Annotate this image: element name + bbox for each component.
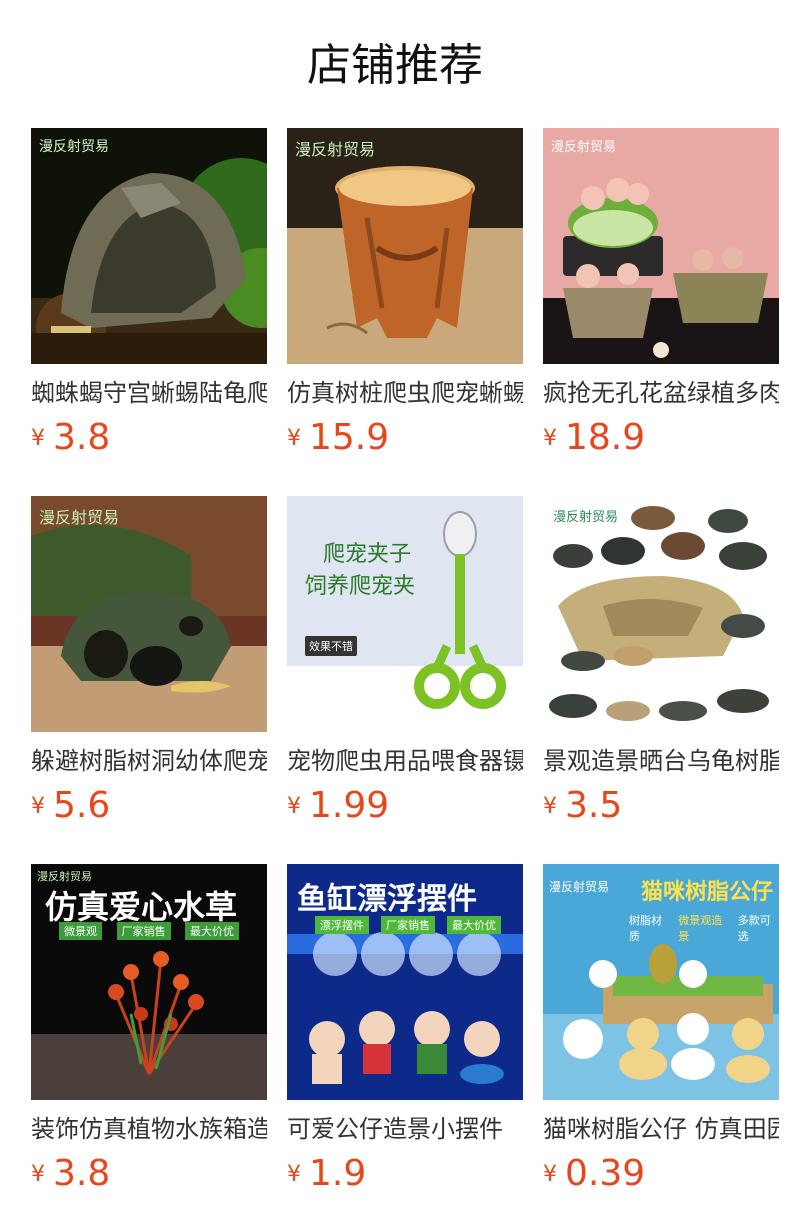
product-price: ¥3.8 [31,1154,267,1194]
price-value: 3.5 [565,785,623,826]
image-tag-row: 漂浮摆件 厂家销售 最大价优 [315,916,501,934]
product-name[interactable]: 仿真树桩爬虫爬宠蜥蜴 [287,378,523,408]
product-price: ¥1.99 [287,786,523,826]
product-image[interactable]: 漫反射贸易 [31,496,267,732]
product-price: ¥15.9 [287,418,523,458]
currency-symbol: ¥ [31,1162,45,1187]
brand-badge: 漫反射贸易 [39,139,109,155]
currency-symbol: ¥ [287,426,301,451]
price-value: 18.9 [565,417,646,458]
product-card[interactable]: 漫反射贸易 猫咪树脂公仔 树脂材质 微景观造景 多款可选 猫咪树脂公仔 仿真田园… [543,864,779,1194]
product-name[interactable]: 宠物爬虫用品喂食器镊 [287,746,523,776]
product-name[interactable]: 疯抢无孔花盆绿植多肉 [543,378,779,408]
product-name[interactable]: 猫咪树脂公仔 仿真田园 [543,1114,779,1144]
price-value: 15.9 [309,417,390,458]
product-image[interactable]: 漫反射贸易 仿真爱心水草 微景观 厂家销售 最大价优 [31,864,267,1100]
brand-badge: 漫反射贸易 [39,508,120,527]
product-card[interactable]: 漫反射贸易 蜘蛛蝎守宫蜥蜴陆龟爬宠 ¥3.8 [31,128,267,458]
image-tag: 微景观造景 [678,914,723,943]
currency-symbol: ¥ [287,1162,301,1187]
product-image[interactable]: 漫反射贸易 [31,128,267,364]
product-price: ¥3.8 [31,418,267,458]
price-value: 1.9 [309,1153,367,1194]
product-price: ¥0.39 [543,1154,779,1194]
brand-badge: 漫反射贸易 [553,510,619,525]
image-tag: 树脂材质 [629,914,662,943]
product-image[interactable]: 漫反射贸易 [543,496,779,732]
currency-symbol: ¥ [543,794,557,819]
price-value: 5.6 [53,785,111,826]
brand-badge: 漫反射贸易 [551,140,617,155]
product-card[interactable]: 爬宠夹子 饲养爬宠夹 效果不错 宠物爬虫用品喂食器镊 ¥1.99 [287,496,523,826]
image-headline: 鱼缸漂浮摆件 [297,882,477,917]
image-headline: 爬宠夹子 [323,542,412,567]
product-card[interactable]: 漫反射贸易 疯抢无孔花盆绿植多肉 ¥18.9 [543,128,779,458]
price-value: 3.8 [53,417,111,458]
image-tag: 厂家销售 [381,916,435,934]
image-tag-row: 微景观 厂家销售 最大价优 [59,922,239,940]
brand-badge: 漫反射贸易 [295,140,376,159]
product-name[interactable]: 景观造景晒台乌龟树脂 [543,746,779,776]
image-tag: 最大价优 [447,916,501,934]
currency-symbol: ¥ [31,794,45,819]
price-value: 0.39 [565,1153,646,1194]
currency-symbol: ¥ [543,1162,557,1187]
product-card[interactable]: 漫反射贸易 仿真树桩爬虫爬宠蜥蜴 ¥15.9 [287,128,523,458]
image-tag: 漂浮摆件 [315,916,369,934]
page-title: 店铺推荐 [307,40,483,91]
product-name[interactable]: 躲避树脂树洞幼体爬宠 [31,746,267,776]
brand-badge: 漫反射贸易 [549,880,610,894]
currency-symbol: ¥ [543,426,557,451]
product-card[interactable]: 漫反射贸易 景观造景晒台乌龟树脂 ¥3.5 [543,496,779,826]
product-card[interactable]: 鱼缸漂浮摆件 漂浮摆件 厂家销售 最大价优 可爱公仔造景小摆件 ¥1.9 [287,864,523,1194]
currency-symbol: ¥ [287,794,301,819]
image-headline: 猫咪树脂公仔 [641,880,774,905]
price-value: 3.8 [53,1153,111,1194]
product-image[interactable]: 漫反射贸易 猫咪树脂公仔 树脂材质 微景观造景 多款可选 [543,864,779,1100]
currency-symbol: ¥ [31,426,45,451]
product-name[interactable]: 装饰仿真植物水族箱造 [31,1114,267,1144]
product-image[interactable]: 漫反射贸易 [543,128,779,364]
image-tag: 最大价优 [185,922,239,940]
image-tag: 效果不错 [305,636,357,656]
image-tag: 多款可选 [737,914,771,943]
product-price: ¥3.5 [543,786,779,826]
image-tag-row: 树脂材质 微景观造景 多款可选 [629,912,779,944]
product-name[interactable]: 可爱公仔造景小摆件 [287,1114,523,1144]
product-card[interactable]: 漫反射贸易 躲避树脂树洞幼体爬宠 ¥5.6 [31,496,267,826]
product-image[interactable]: 爬宠夹子 饲养爬宠夹 效果不错 [287,496,523,732]
product-price: ¥18.9 [543,418,779,458]
product-price: ¥1.9 [287,1154,523,1194]
image-tag: 微景观 [59,922,102,940]
image-tag: 厂家销售 [116,922,171,940]
product-price: ¥5.6 [31,786,267,826]
product-image[interactable]: 漫反射贸易 [287,128,523,364]
price-value: 1.99 [309,785,390,826]
product-image[interactable]: 鱼缸漂浮摆件 漂浮摆件 厂家销售 最大价优 [287,864,523,1100]
product-name[interactable]: 蜘蛛蝎守宫蜥蜴陆龟爬宠 [31,378,267,408]
product-card[interactable]: 漫反射贸易 仿真爱心水草 微景观 厂家销售 最大价优 装饰仿真植物水族箱造 ¥3… [31,864,267,1194]
image-headline: 饲养爬宠夹 [305,574,416,599]
